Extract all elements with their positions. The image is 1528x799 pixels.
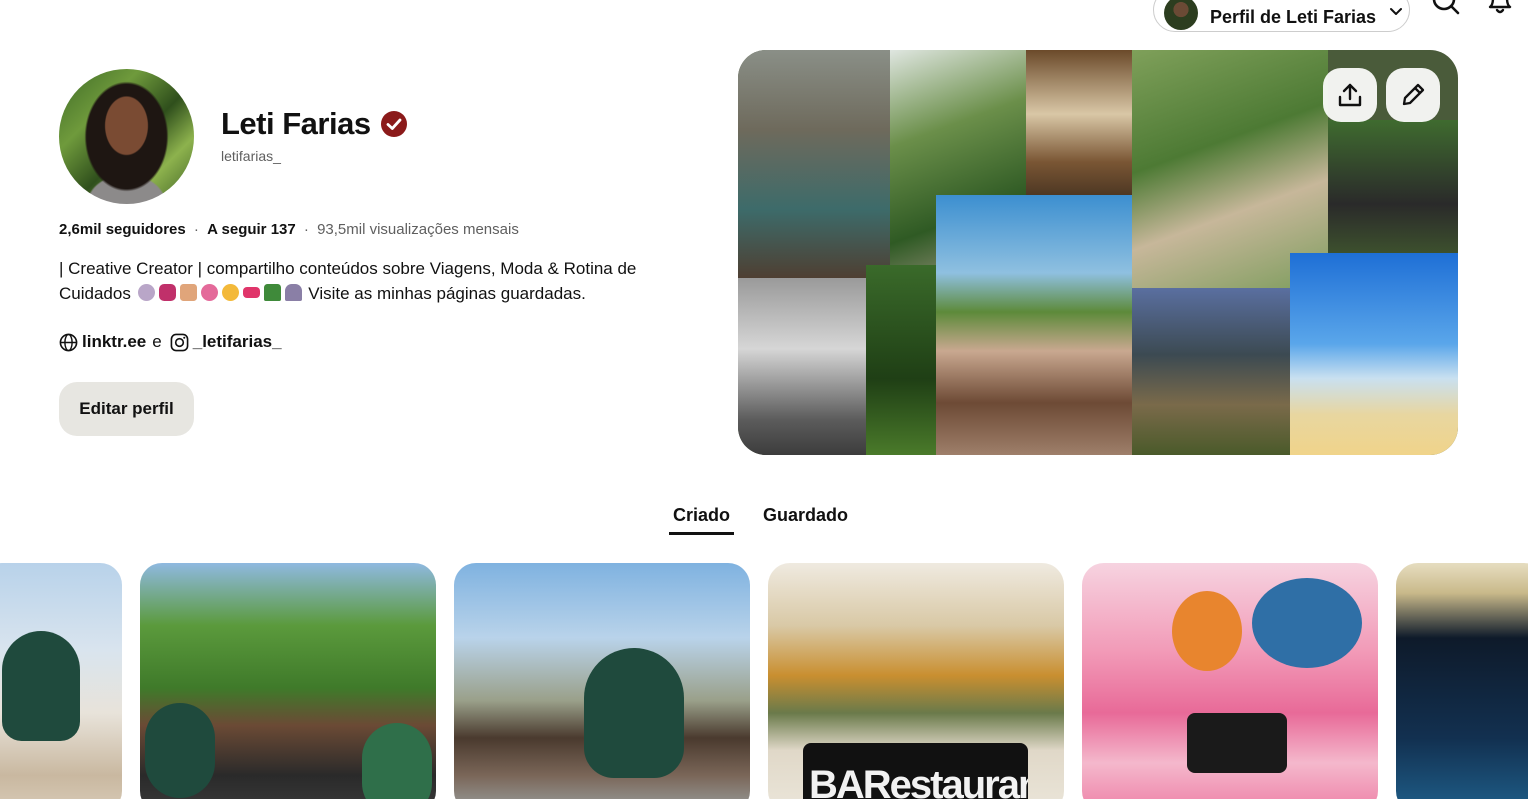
crystal-ball-emoji-icon: [137, 284, 155, 301]
pencil-icon: [1402, 83, 1425, 106]
hibiscus-emoji-icon: [200, 284, 218, 301]
links-conjunction: e: [152, 332, 162, 351]
pin-racket-image: [362, 723, 432, 799]
pin-shrimp-image: [1252, 578, 1362, 668]
bio-line-2-start: Cuidados: [59, 284, 131, 303]
stat-separator: ·: [193, 221, 199, 238]
stat-separator: ·: [303, 221, 309, 238]
pin-card-tropical-collage[interactable]: [1082, 563, 1378, 799]
butterfly-emoji-icon: [158, 284, 176, 301]
pin-racket-image: [145, 703, 215, 798]
share-icon: [1338, 83, 1362, 107]
pin-papaya-image: [1172, 591, 1242, 671]
profile-name: Leti Farias: [221, 106, 371, 141]
edit-profile-button[interactable]: Editar perfil: [59, 382, 194, 436]
profile-links: linktr.ee e _letifarias_: [59, 332, 282, 352]
leg-emoji-icon: [179, 284, 197, 301]
pin-card-restaurant[interactable]: BARestaurante: [768, 563, 1064, 799]
followers-count[interactable]: 2,6mil seguidores: [59, 221, 186, 238]
account-avatar: [1164, 0, 1198, 30]
instagram-icon: [170, 333, 189, 351]
globe-icon: [59, 333, 78, 351]
ticket-emoji-icon: [242, 287, 260, 298]
pin-camera-image: [1187, 713, 1287, 773]
palm-tree-emoji-icon: [263, 284, 281, 301]
profile-switcher-label: Perfil de Leti Farias: [1210, 6, 1377, 27]
profile-stats: 2,6mil seguidores · A seguir 137 · 93,5m…: [59, 221, 519, 238]
profile-name-row: Leti Farias: [221, 106, 408, 142]
pin-racket-image: [584, 648, 684, 778]
pin-racket-image: [2, 631, 80, 741]
pin-card-beach-tennis[interactable]: [454, 563, 750, 799]
collage-photo-hut: [1132, 288, 1290, 455]
collage-photo-beach-selfie: [936, 195, 1132, 455]
share-profile-button[interactable]: [1323, 68, 1377, 122]
search-icon[interactable]: [1431, 0, 1461, 20]
profile-bio: | Creative Creator | compartilho conteúd…: [59, 256, 699, 306]
top-bar: Perfil de Leti Farias: [0, 0, 1528, 36]
pin-card-friends-palms[interactable]: [140, 563, 436, 799]
edit-cover-button[interactable]: [1386, 68, 1440, 122]
collage-photo-pool: [738, 50, 890, 278]
tab-guardado[interactable]: Guardado: [759, 505, 852, 534]
pin-card-beach-tennis-partial[interactable]: [0, 563, 122, 799]
collage-photo-jungle: [866, 265, 936, 455]
profile-avatar: [59, 69, 194, 204]
instagram-link[interactable]: _letifarias_: [193, 332, 282, 352]
collage-photo-interior: [1026, 50, 1132, 210]
restaurant-sign: BARestaurante: [803, 743, 1028, 799]
verified-badge-icon: [380, 111, 407, 137]
profile-cover-collage: [738, 50, 1458, 455]
person-at-laptop-emoji-icon: [284, 284, 302, 301]
pin-card-night-city-partial[interactable]: [1396, 563, 1528, 799]
collage-photo-coast: [1290, 253, 1458, 455]
bio-line-2-end: Visite as minhas páginas guardadas.: [308, 284, 586, 303]
website-link[interactable]: linktr.ee: [82, 332, 146, 352]
profile-switcher[interactable]: Perfil de Leti Farias: [1153, 0, 1410, 32]
chevron-down-icon: [1390, 8, 1403, 15]
collage-photo-waterfall: [738, 278, 866, 455]
bell-icon[interactable]: [1485, 0, 1515, 20]
smiley-emoji-icon: [221, 284, 239, 301]
profile-handle: letifarias_: [221, 148, 281, 164]
monthly-views: 93,5mil visualizações mensais: [317, 221, 519, 238]
bio-line-1: | Creative Creator | compartilho conteúd…: [59, 259, 637, 278]
profile-tabs: Criado Guardado: [0, 505, 1528, 539]
tab-criado[interactable]: Criado: [669, 505, 735, 535]
following-count[interactable]: A seguir 137: [207, 221, 296, 238]
